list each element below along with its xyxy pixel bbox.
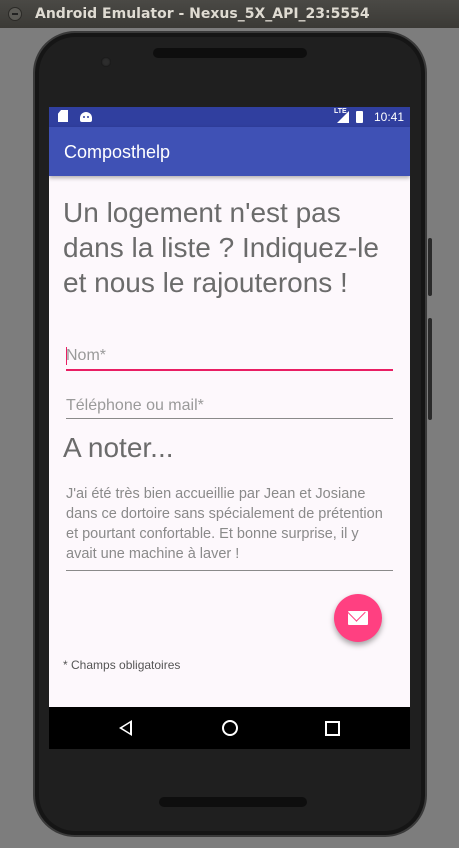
window-close-button[interactable] (8, 7, 22, 21)
contact-input[interactable] (66, 397, 393, 415)
volume-button[interactable] (428, 318, 432, 420)
contact-input-underline (66, 418, 393, 419)
note-section-title: A noter... (63, 432, 174, 463)
app-toolbar: Composthelp (49, 127, 410, 176)
top-speaker (153, 48, 307, 58)
back-icon[interactable] (119, 720, 132, 736)
android-debug-icon (80, 112, 92, 122)
text-cursor (66, 347, 67, 365)
note-textarea[interactable]: J'ai été très bien accueillie par Jean e… (66, 484, 393, 564)
battery-icon (356, 111, 363, 123)
recents-icon[interactable] (325, 721, 340, 736)
status-time: 10:41 (373, 110, 404, 124)
home-icon[interactable] (222, 720, 238, 736)
status-bar: LTE 10:41 (49, 107, 410, 127)
mail-icon (348, 611, 368, 625)
app-title: Composthelp (64, 142, 171, 162)
contact-field-container (66, 395, 393, 421)
note-field-container: J'ai été très bien accueillie par Jean e… (66, 484, 393, 574)
name-input[interactable] (66, 347, 393, 365)
required-fields-note: * Champs obligatoires (63, 658, 181, 672)
bottom-speaker (159, 797, 307, 807)
send-fab-button[interactable] (334, 594, 382, 642)
device-screen: LTE 10:41 Composthelp Un logement n'est … (49, 107, 410, 749)
name-input-underline (66, 369, 393, 371)
note-textarea-underline (66, 570, 393, 571)
sd-card-icon (58, 110, 68, 122)
page-headline: Un logement n'est pas dans la liste ? In… (63, 197, 379, 298)
navigation-bar (49, 707, 410, 749)
front-camera (101, 57, 111, 67)
network-type-label: LTE (334, 108, 347, 115)
name-field-container (66, 345, 393, 371)
window-titlebar: Android Emulator - Nexus_5X_API_23:5554 (0, 0, 459, 28)
power-button[interactable] (428, 238, 432, 296)
window-title: Android Emulator - Nexus_5X_API_23:5554 (35, 6, 370, 22)
